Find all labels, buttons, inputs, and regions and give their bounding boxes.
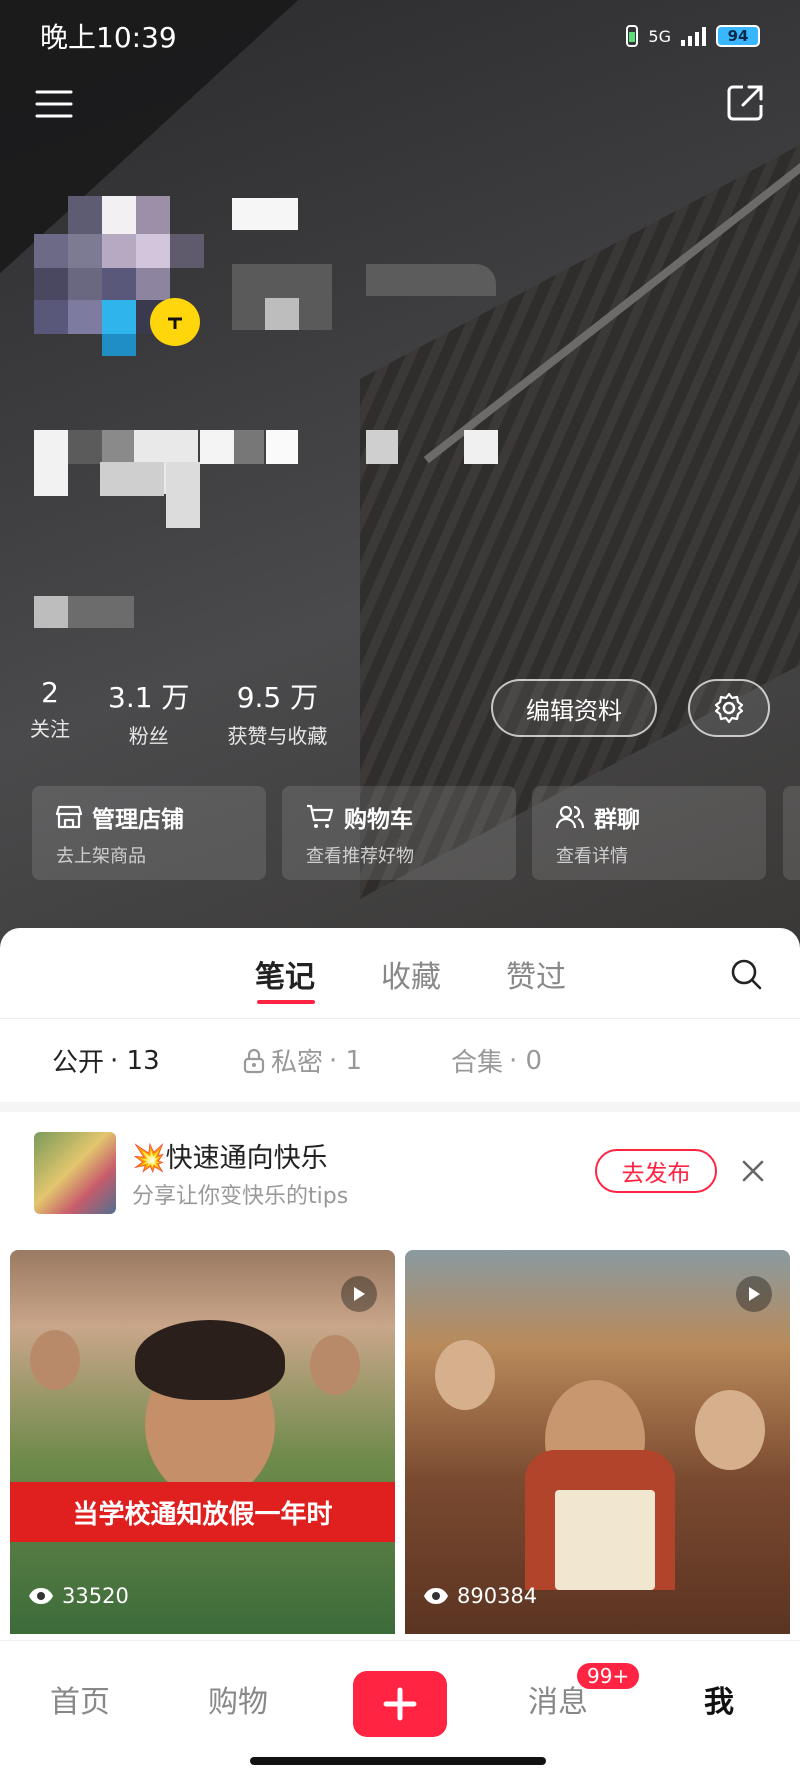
note-card[interactable]: 当学校通知放假一年时 33520 bbox=[10, 1250, 395, 1634]
view-count: 33520 bbox=[28, 1584, 129, 1608]
background-roof bbox=[360, 81, 800, 899]
card-subtitle: 去上架商品 bbox=[56, 846, 146, 867]
promo-card[interactable]: 💥快速通向快乐 分享让你变快乐的tips 去发布 bbox=[10, 1112, 790, 1248]
filter-count: · 1 bbox=[329, 1045, 363, 1076]
active-tab-indicator bbox=[257, 1000, 315, 1004]
eye-icon bbox=[29, 1588, 53, 1604]
eye-icon bbox=[424, 1588, 448, 1604]
gear-icon bbox=[714, 692, 744, 724]
note-image-crowd bbox=[310, 1335, 360, 1395]
cart-card[interactable]: 购物车 查看推荐好物 bbox=[282, 786, 516, 880]
profile-stats: 2 关注 3.1 万 粉丝 9.5 万 获赞与收藏 bbox=[30, 676, 327, 749]
network-label: 5G bbox=[648, 26, 671, 46]
promo-thumbnail bbox=[34, 1132, 116, 1214]
cart-icon bbox=[307, 804, 334, 828]
tab-collections[interactable]: 收藏 bbox=[381, 952, 441, 996]
add-post-button[interactable] bbox=[353, 1671, 447, 1737]
card-subtitle: 查看详情 bbox=[556, 846, 628, 867]
stat-followers[interactable]: 3.1 万 粉丝 bbox=[108, 676, 189, 749]
manage-store-card[interactable]: 管理店铺 去上架商品 bbox=[32, 786, 266, 880]
note-image-hair bbox=[135, 1320, 285, 1400]
bottom-nav: 首页 购物 消息 99+ 我 bbox=[0, 1640, 800, 1774]
note-card[interactable]: 890384 bbox=[405, 1250, 790, 1634]
note-image-crowd bbox=[695, 1390, 765, 1470]
note-image-crowd bbox=[30, 1330, 80, 1390]
card-title: 购物车 bbox=[344, 807, 413, 833]
promo-subtitle: 分享让你变快乐的tips bbox=[132, 1184, 349, 1209]
tab-notes[interactable]: 笔记 bbox=[255, 952, 315, 996]
stat-label: 获赞与收藏 bbox=[227, 724, 328, 748]
note-image-crowd bbox=[435, 1340, 495, 1410]
view-count-value: 33520 bbox=[62, 1584, 129, 1608]
nav-me[interactable]: 我 bbox=[704, 1677, 734, 1721]
play-icon bbox=[341, 1276, 377, 1312]
search-icon[interactable] bbox=[728, 956, 764, 992]
group-icon bbox=[556, 805, 584, 829]
card-title: 群聊 bbox=[594, 807, 640, 833]
stat-value: 9.5 万 bbox=[236, 681, 319, 714]
nav-shopping[interactable]: 购物 bbox=[208, 1677, 268, 1721]
username-redacted bbox=[232, 198, 298, 230]
stat-value: 3.1 万 bbox=[108, 681, 190, 714]
nav-home[interactable]: 首页 bbox=[50, 1677, 110, 1721]
shortcut-cards: 管理店铺 去上架商品 购物车 查看推荐好物 群聊 查看详情 bbox=[32, 786, 766, 880]
plus-icon bbox=[383, 1687, 417, 1721]
card-subtitle: 查看推荐好物 bbox=[306, 846, 414, 867]
profile-header: 晚上10:39 5G 94 2 关注 3.1 万 粉丝 9.5 万 获赞与收藏 bbox=[0, 0, 800, 950]
view-count-value: 890384 bbox=[457, 1584, 538, 1608]
edit-profile-button[interactable]: 编辑资料 bbox=[491, 679, 657, 737]
filter-label: 公开 bbox=[52, 1048, 105, 1078]
lock-icon bbox=[243, 1048, 265, 1073]
stat-value: 2 bbox=[41, 676, 59, 709]
shortcut-card-next[interactable] bbox=[783, 786, 800, 880]
close-icon[interactable] bbox=[738, 1156, 768, 1186]
filter-label: 合集 bbox=[451, 1048, 504, 1078]
filter-count: · 0 bbox=[509, 1045, 543, 1076]
stat-following[interactable]: 2 关注 bbox=[30, 676, 70, 749]
signal-icon bbox=[681, 26, 706, 46]
sim-icon bbox=[626, 25, 639, 47]
home-indicator bbox=[250, 1757, 546, 1765]
store-icon bbox=[56, 805, 82, 829]
publish-button[interactable]: 去发布 bbox=[595, 1149, 717, 1193]
avatar[interactable] bbox=[34, 196, 204, 356]
note-image-letter bbox=[555, 1490, 655, 1590]
filter-public[interactable]: 公开 · 13 bbox=[52, 1042, 160, 1079]
share-icon[interactable] bbox=[724, 82, 766, 124]
status-bar: 晚上10:39 5G 94 bbox=[0, 0, 800, 72]
section-divider bbox=[0, 1102, 800, 1112]
notes-grid: 当学校通知放假一年时 33520 890384 bbox=[10, 1250, 790, 1634]
content-tabs: 笔记 收藏 赞过 bbox=[0, 928, 800, 1018]
group-chat-card[interactable]: 群聊 查看详情 bbox=[532, 786, 766, 880]
status-time: 晚上10:39 bbox=[40, 21, 177, 54]
stat-label: 粉丝 bbox=[128, 724, 169, 748]
note-filter-bar: 公开 · 13 私密 · 1 合集 · 0 bbox=[0, 1018, 800, 1102]
message-badge: 99+ bbox=[575, 1661, 642, 1691]
filter-count: · 13 bbox=[110, 1045, 160, 1076]
card-title: 管理店铺 bbox=[92, 807, 184, 833]
avatar-badge-icon bbox=[150, 298, 200, 346]
view-count: 890384 bbox=[423, 1584, 537, 1608]
stat-label: 关注 bbox=[30, 717, 70, 741]
filter-label: 私密 bbox=[271, 1048, 324, 1078]
settings-button[interactable] bbox=[688, 679, 770, 737]
menu-icon[interactable] bbox=[34, 88, 74, 120]
filter-private[interactable]: 私密 · 1 bbox=[243, 1042, 362, 1079]
promo-title: 💥快速通向快乐 bbox=[132, 1143, 328, 1174]
play-icon bbox=[736, 1276, 772, 1312]
stat-likes[interactable]: 9.5 万 获赞与收藏 bbox=[227, 676, 327, 749]
tab-liked[interactable]: 赞过 bbox=[506, 952, 566, 996]
filter-collection[interactable]: 合集 · 0 bbox=[451, 1042, 542, 1079]
battery-icon: 94 bbox=[716, 25, 760, 47]
note-overlay-text: 当学校通知放假一年时 bbox=[10, 1482, 395, 1542]
battery-level: 94 bbox=[727, 27, 749, 45]
